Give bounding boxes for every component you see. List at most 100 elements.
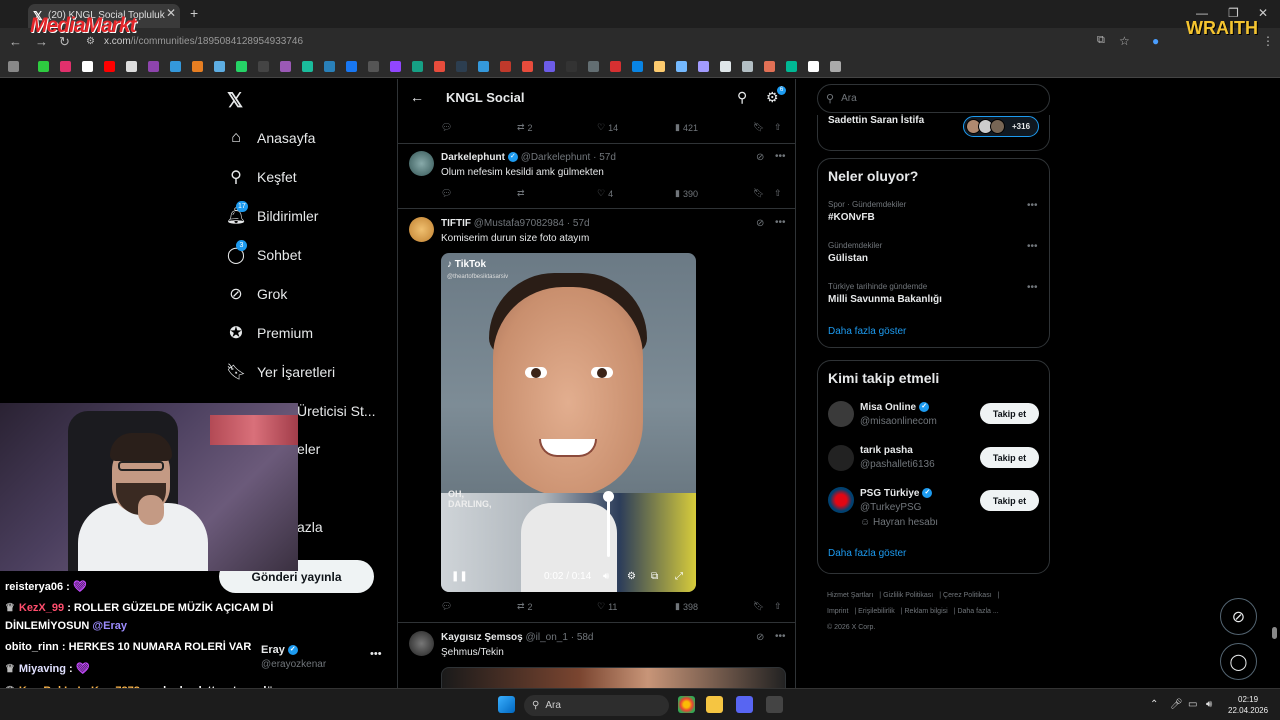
search-input[interactable] (841, 93, 1022, 104)
bookmark-icon[interactable] (830, 61, 841, 72)
bookmark-icon[interactable] (500, 61, 511, 72)
bookmark-icon[interactable]: 🔖︎ (753, 601, 764, 612)
tweet-author-name[interactable]: Kaygısız Şemsoş (441, 632, 523, 643)
bookmark-icon[interactable] (258, 61, 269, 72)
footer-link[interactable]: Reklam bilgisi (905, 608, 948, 615)
grok-icon[interactable]: ⊘ (756, 152, 764, 163)
instagram-icon[interactable] (60, 61, 71, 72)
more-options-icon[interactable]: ••• (775, 217, 786, 228)
microphone-icon[interactable]: 🎤︎ (1170, 699, 1183, 710)
bookmark-icon[interactable] (698, 61, 709, 72)
bookmark-icon[interactable] (786, 61, 797, 72)
bookmark-icon[interactable] (720, 61, 731, 72)
tweet-author-name[interactable]: TIFTIF (441, 218, 471, 229)
volume-slider[interactable] (607, 495, 610, 557)
bookmark-icon[interactable] (38, 61, 49, 72)
menu-icon[interactable]: ⋮ (1262, 34, 1274, 48)
show-hidden-icons[interactable]: ⌃ (1150, 699, 1158, 710)
bookmark-icon[interactable] (544, 61, 555, 72)
tweet-author-handle[interactable]: @Darkelephunt (521, 152, 591, 163)
x-logo-icon[interactable]: 𝕏 (227, 88, 243, 113)
picture-in-picture-icon[interactable]: ⧉ (651, 571, 658, 582)
repost-button[interactable]: ⇄ 2 (517, 122, 533, 133)
volume-icon[interactable]: 🔊︎ (603, 571, 609, 582)
bookmark-icon[interactable] (280, 61, 291, 72)
network-icon[interactable]: ▭ (1188, 699, 1197, 710)
bookmark-icon[interactable] (148, 61, 159, 72)
nav-lists-label[interactable]: eler (297, 441, 320, 457)
trend-name[interactable]: #KONvFB (828, 212, 875, 223)
nav-creator-studio-label[interactable]: Üreticisi St... (297, 403, 376, 419)
chrome-icon[interactable] (678, 696, 695, 713)
close-window-icon[interactable]: ✕ (1258, 6, 1268, 20)
show-more-link[interactable]: Daha fazla göster (828, 326, 906, 337)
footer-link[interactable]: Imprint (827, 608, 848, 615)
more-options-icon[interactable]: ••• (775, 631, 786, 642)
tweet-time[interactable]: 57d (599, 152, 616, 163)
tweet-time[interactable]: 57d (573, 218, 590, 229)
tweet-author-name[interactable]: Darkelephunt (441, 152, 505, 163)
bookmark-icon[interactable]: 🔖︎ (753, 188, 764, 199)
google-icon[interactable] (126, 61, 137, 72)
bookmark-icon[interactable] (588, 61, 599, 72)
footer-link[interactable]: Hizmet Şartları (827, 592, 873, 599)
bookmark-icon[interactable] (566, 61, 577, 72)
video-player[interactable]: ♪ TikTok @theartofbesiktasarsiv OH, DARL… (441, 253, 696, 592)
youtube-icon[interactable] (104, 61, 115, 72)
share-icon[interactable]: ⇧ (774, 188, 782, 199)
bookmark-icon[interactable] (764, 61, 775, 72)
more-options-icon[interactable]: ••• (370, 648, 382, 660)
file-explorer-icon[interactable] (706, 696, 723, 713)
views-button[interactable]: ▮ 390 (675, 188, 698, 199)
bookmark-icon[interactable] (456, 61, 467, 72)
whatsapp-icon[interactable] (236, 61, 247, 72)
avatar[interactable] (828, 487, 854, 513)
like-button[interactable]: ♡ 4 (597, 188, 613, 199)
new-tab-icon[interactable]: + (190, 5, 198, 21)
bookmark-icon[interactable] (742, 61, 753, 72)
grok-icon[interactable]: ⊘ (756, 218, 764, 229)
video-settings-icon[interactable]: ⚙ (627, 571, 636, 582)
close-tab-icon[interactable]: ✕ (166, 6, 176, 20)
twitch-icon[interactable] (390, 61, 401, 72)
views-button[interactable]: ▮ 398 (675, 601, 698, 612)
more-options-icon[interactable]: ••• (1027, 200, 1038, 211)
avatar[interactable] (828, 445, 854, 471)
nav-bookmarks[interactable]: 🔖︎ Yer İşaretleri (226, 358, 335, 386)
more-options-icon[interactable]: ••• (1027, 282, 1038, 293)
nav-explore[interactable]: ⚲ Keşfet (227, 163, 297, 191)
nav-home[interactable]: ⌂ Anasayfa (227, 124, 315, 152)
show-more-link[interactable]: Daha fazla göster (828, 548, 906, 559)
footer-link[interactable]: Daha fazla ... (957, 608, 998, 615)
bookmark-icon[interactable] (522, 61, 533, 72)
back-icon[interactable]: ← (9, 34, 22, 49)
facebook-icon[interactable] (346, 61, 357, 72)
search-icon[interactable]: ⚲ (737, 89, 747, 106)
follow-button[interactable]: Takip et (980, 403, 1039, 424)
avatar[interactable] (409, 217, 434, 242)
trend-name[interactable]: Gülistan (828, 253, 868, 264)
extension-icon[interactable]: ● (1152, 34, 1159, 48)
like-button[interactable]: ♡ 14 (597, 122, 618, 133)
taskbar-clock[interactable]: 02:19 22.04.2026 (1228, 694, 1268, 716)
like-button[interactable]: ♡ 11 (597, 601, 617, 612)
windows-start-icon[interactable] (498, 696, 515, 713)
bookmark-icon[interactable] (170, 61, 181, 72)
tweet-author-handle[interactable]: @il_on_1 (526, 632, 568, 643)
speaker-icon[interactable]: 🔊︎ (1206, 699, 1212, 710)
reply-icon[interactable]: 💬︎ (441, 188, 452, 199)
nav-premium[interactable]: ✪ Premium (227, 319, 313, 347)
repost-icon[interactable]: ⇄ (517, 188, 525, 199)
bookmark-icon[interactable] (412, 61, 423, 72)
follow-button[interactable]: Takip et (980, 447, 1039, 468)
follow-name[interactable]: PSG Türkiye ✓ (860, 488, 933, 499)
pause-icon[interactable]: ❚❚ (451, 571, 468, 582)
avatar[interactable] (409, 151, 434, 176)
grok-fab-icon[interactable]: ⊘ (1220, 598, 1257, 635)
bookmark-icon[interactable] (632, 61, 643, 72)
bookmark-icon[interactable] (192, 61, 203, 72)
tweet-author-handle[interactable]: @Mustafa97082984 (474, 218, 564, 229)
bookmark-icon[interactable] (610, 61, 621, 72)
reply-icon[interactable]: 💬︎ (441, 122, 452, 133)
share-icon[interactable]: ⇧ (774, 122, 782, 133)
